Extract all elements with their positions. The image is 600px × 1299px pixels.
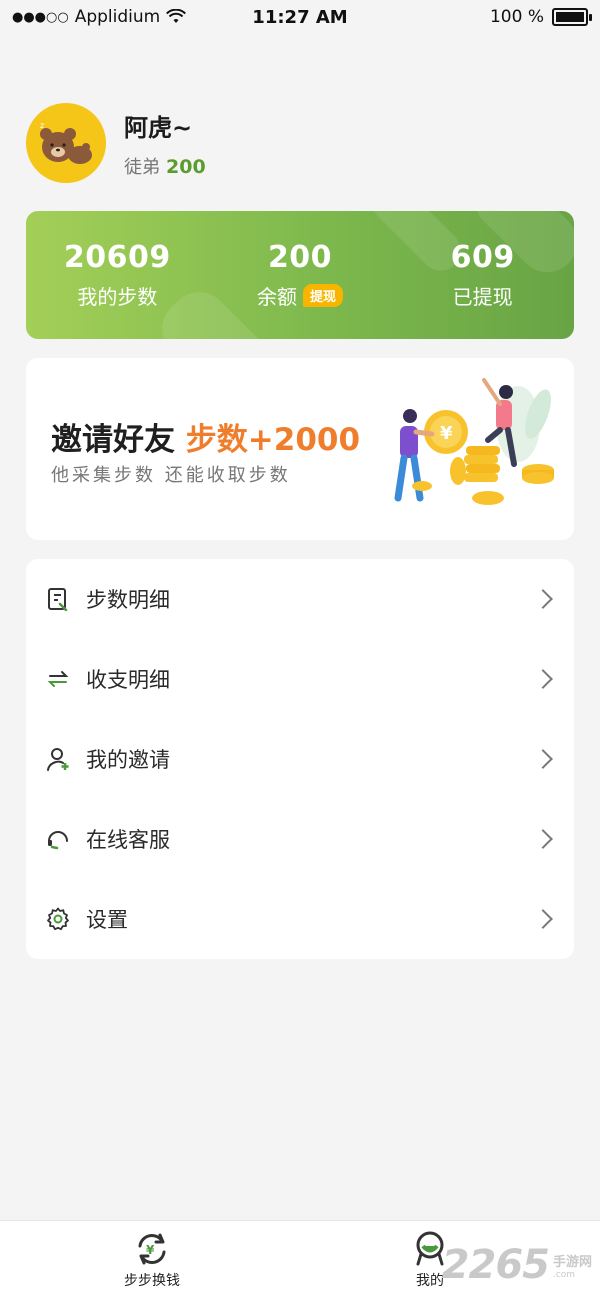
disciple-info: 徒弟 200 <box>124 153 206 179</box>
menu-label-my-invites: 我的邀请 <box>86 748 170 772</box>
carrier-name: Applidium <box>74 7 161 27</box>
disciple-label: 徒弟 <box>124 156 160 178</box>
steps-value: 20609 <box>63 240 171 275</box>
withdraw-button[interactable]: 提现 <box>303 284 344 307</box>
tab-label-exchange: 步步换钱 <box>124 1273 180 1289</box>
menu-list: 步数明细 收支明细 我的邀请 在线客服 设置 <box>26 559 574 959</box>
steps-label: 我的步数 <box>77 285 158 309</box>
menu-item-income-detail[interactable]: 收支明细 <box>26 639 574 719</box>
disciple-count: 200 <box>166 155 206 178</box>
withdrawn-value: 609 <box>450 240 515 275</box>
tab-label-mine: 我的 <box>416 1273 444 1289</box>
menu-label-customer-service: 在线客服 <box>86 828 170 852</box>
add-user-icon <box>46 747 70 771</box>
invite-title: 邀请好友 步数+2000 <box>51 414 360 459</box>
menu-item-steps-detail[interactable]: 步数明细 <box>26 559 574 639</box>
watermark-number: 2265 <box>441 1242 550 1288</box>
menu-item-my-invites[interactable]: 我的邀请 <box>26 719 574 799</box>
gear-icon <box>46 907 70 931</box>
chevron-right-icon <box>533 589 553 609</box>
watermark-suffix: .com <box>552 1269 576 1280</box>
tab-exchange[interactable]: ¥ 步步换钱 <box>72 1221 232 1299</box>
stats-card: 20609 我的步数 200 余额 提现 609 已提现 <box>26 211 574 339</box>
menu-item-settings[interactable]: 设置 <box>26 879 574 959</box>
steps-detail-icon <box>46 587 70 611</box>
battery-percent: 100 % <box>489 7 544 27</box>
headset-icon <box>46 827 70 851</box>
invite-subtitle: 他采集步数 还能收取步数 <box>51 465 291 486</box>
signal-strength-icon: ●●●○○ <box>12 9 69 25</box>
battery-icon <box>552 8 592 26</box>
chevron-right-icon <box>533 669 553 689</box>
wifi-icon <box>166 9 187 23</box>
menu-item-customer-service[interactable]: 在线客服 <box>26 799 574 879</box>
svg-text:z: z <box>40 121 44 130</box>
bear-avatar-icon: z <box>40 121 92 164</box>
stat-withdrawn[interactable]: 609 已提现 <box>391 211 574 339</box>
menu-label-settings: 设置 <box>86 908 128 932</box>
invite-banner[interactable]: 邀请好友 步数+2000 他采集步数 还能收取步数 ¥ <box>26 358 574 540</box>
menu-label-income-detail: 收支明细 <box>86 668 170 692</box>
site-watermark: 2265 手游网 .com <box>442 1242 592 1288</box>
coins-illustration-icon: ¥ <box>394 378 554 505</box>
watermark-label: 手游网 <box>552 1254 592 1270</box>
user-profile[interactable]: z 阿虎~ 徒弟 200 <box>26 103 206 183</box>
invite-reward: 步数+2000 <box>185 422 361 458</box>
withdrawn-label: 已提现 <box>452 285 513 309</box>
yuan-symbol: ¥ <box>146 1243 155 1257</box>
yuan-refresh-icon: ¥ <box>138 1233 166 1265</box>
invite-title-text: 邀请好友 <box>51 422 175 458</box>
status-bar: ●●●○○ Applidium 11:27 AM 100 % <box>0 0 600 34</box>
exchange-arrows-icon <box>46 667 70 691</box>
stat-balance[interactable]: 200 余额 提现 <box>209 211 392 339</box>
chevron-right-icon <box>533 749 553 769</box>
avatar[interactable]: z <box>26 103 106 183</box>
coin-symbol: ¥ <box>440 423 453 444</box>
balance-label: 余额 <box>257 285 297 309</box>
menu-label-steps-detail: 步数明细 <box>86 588 170 612</box>
clock: 11:27 AM <box>252 6 348 28</box>
user-nickname: 阿虎~ <box>124 113 193 142</box>
balance-value: 200 <box>267 240 333 275</box>
stat-steps[interactable]: 20609 我的步数 <box>26 211 209 339</box>
chevron-right-icon <box>533 829 553 849</box>
chevron-right-icon <box>533 909 553 929</box>
